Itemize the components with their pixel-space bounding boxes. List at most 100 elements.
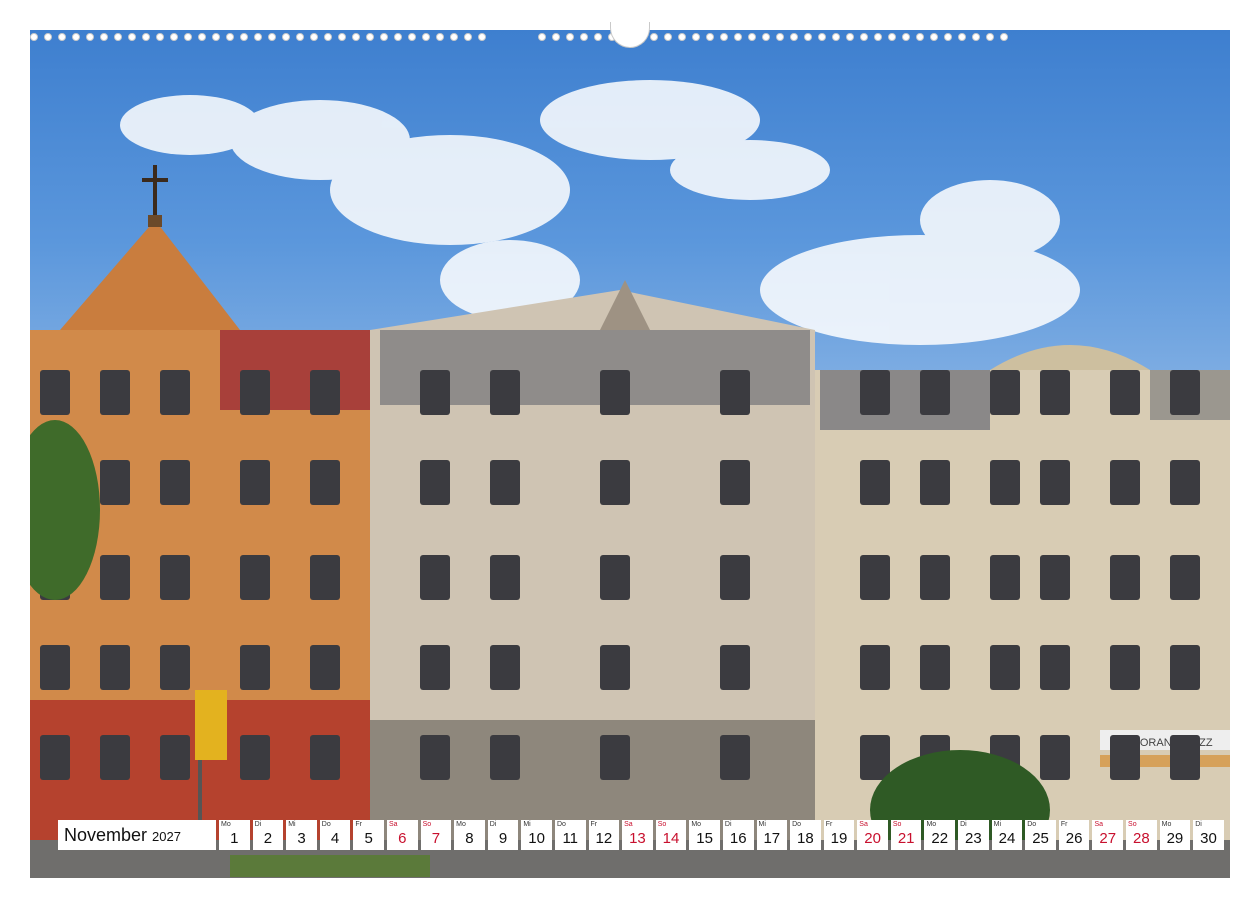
window [160,460,190,505]
binding-ring [198,33,206,41]
binding-ring [678,33,686,41]
window [920,645,950,690]
window [600,735,630,780]
day-cell: Mi 10 [521,820,552,850]
weekday-label: Mi [993,821,1002,828]
window [160,645,190,690]
day-number: 13 [629,830,646,847]
binding-ring [944,33,952,41]
window [240,645,270,690]
binding-ring [790,33,798,41]
weekday-label: Mi [523,821,531,828]
binding-ring [986,33,994,41]
day-number: 2 [263,830,273,847]
window [1110,735,1140,780]
day-number: 22 [931,830,949,847]
window [860,735,890,780]
window [420,735,450,780]
weekday-label: Fr [1060,821,1068,828]
day-cell: Do 25 [1025,820,1056,850]
binding-ring [170,33,178,41]
weekday-label: Mo [221,821,231,828]
binding-ring [478,33,486,41]
day-cell: Mo 1 [219,820,250,850]
day-cell: Do 18 [790,820,821,850]
day-number: 21 [897,830,915,847]
day-number: 4 [330,830,340,847]
day-number: 27 [1099,830,1117,847]
window [240,735,270,780]
day-cell: So 7 [420,820,452,850]
window [40,735,70,780]
day-number: 20 [864,830,881,847]
binding-ring [580,33,588,41]
weekday-label: Do [321,821,331,828]
binding-ring [664,33,672,41]
window [720,735,750,780]
weekday-label: Mo [456,821,466,828]
window [920,370,950,415]
binding-ring [58,33,66,41]
weekday-label: Mo [1161,821,1172,828]
year: 2027 [152,829,181,844]
day-cell: Sa 13 [622,820,653,850]
window [100,735,130,780]
binding-ring [538,33,546,41]
day-number: 30 [1200,830,1217,847]
weekday-label: Fr [355,821,362,828]
binding-ring [100,33,108,41]
window [240,555,270,600]
binding-ring [958,33,966,41]
window [490,645,520,690]
day-cell: Sa 27 [1092,820,1124,850]
day-number: 25 [1032,830,1049,847]
window [40,370,70,415]
window [1170,460,1200,505]
day-cell: Di 30 [1193,820,1224,850]
day-number: 15 [696,830,713,847]
window [860,370,890,415]
weekday-label: Do [556,821,566,828]
binding-ring [888,33,896,41]
weekday-label: So [422,821,432,828]
day-cell: Mi 17 [756,820,788,850]
binding-ring [184,33,192,41]
day-cell: Mo 8 [454,820,485,850]
month-label: November 2027 [58,820,216,850]
weekday-label: So [892,821,902,828]
window [100,370,130,415]
binding-ring [734,33,742,41]
window [1110,370,1140,415]
weekday-label: Di [489,821,497,828]
day-number: 6 [398,830,407,847]
binding-ring [296,33,304,41]
weekday-label: Do [792,821,802,828]
window [490,370,520,415]
window [860,645,890,690]
window [990,555,1020,600]
binding-ring [44,33,52,41]
window [860,555,890,600]
binding-ring [916,33,924,41]
weekday-label: Fr [590,821,598,828]
window [600,460,630,505]
calendar-strip: November 2027 Mo 1 Di 2 Mi 3 Do 4 Fr 5 Sa 6 So 7 Mo 8 Di… [30,820,1230,850]
day-cell: Mi 3 [286,820,317,850]
day-cell: Mo 15 [689,820,720,850]
binding-ring [324,33,332,41]
weekday-label: Sa [624,821,633,828]
window [100,555,130,600]
binding-ring [874,33,882,41]
day-number: 19 [830,830,848,847]
binding-ring [268,33,276,41]
day-cell: So 21 [890,820,922,850]
day-cell: Mo 22 [924,820,956,850]
binding-ring [352,33,360,41]
binding-ring [436,33,444,41]
window [990,370,1020,415]
day-cell: Do 11 [554,820,586,850]
day-cell: Mi 24 [991,820,1023,850]
window [160,555,190,600]
binding-ring [282,33,290,41]
planter [230,855,430,877]
